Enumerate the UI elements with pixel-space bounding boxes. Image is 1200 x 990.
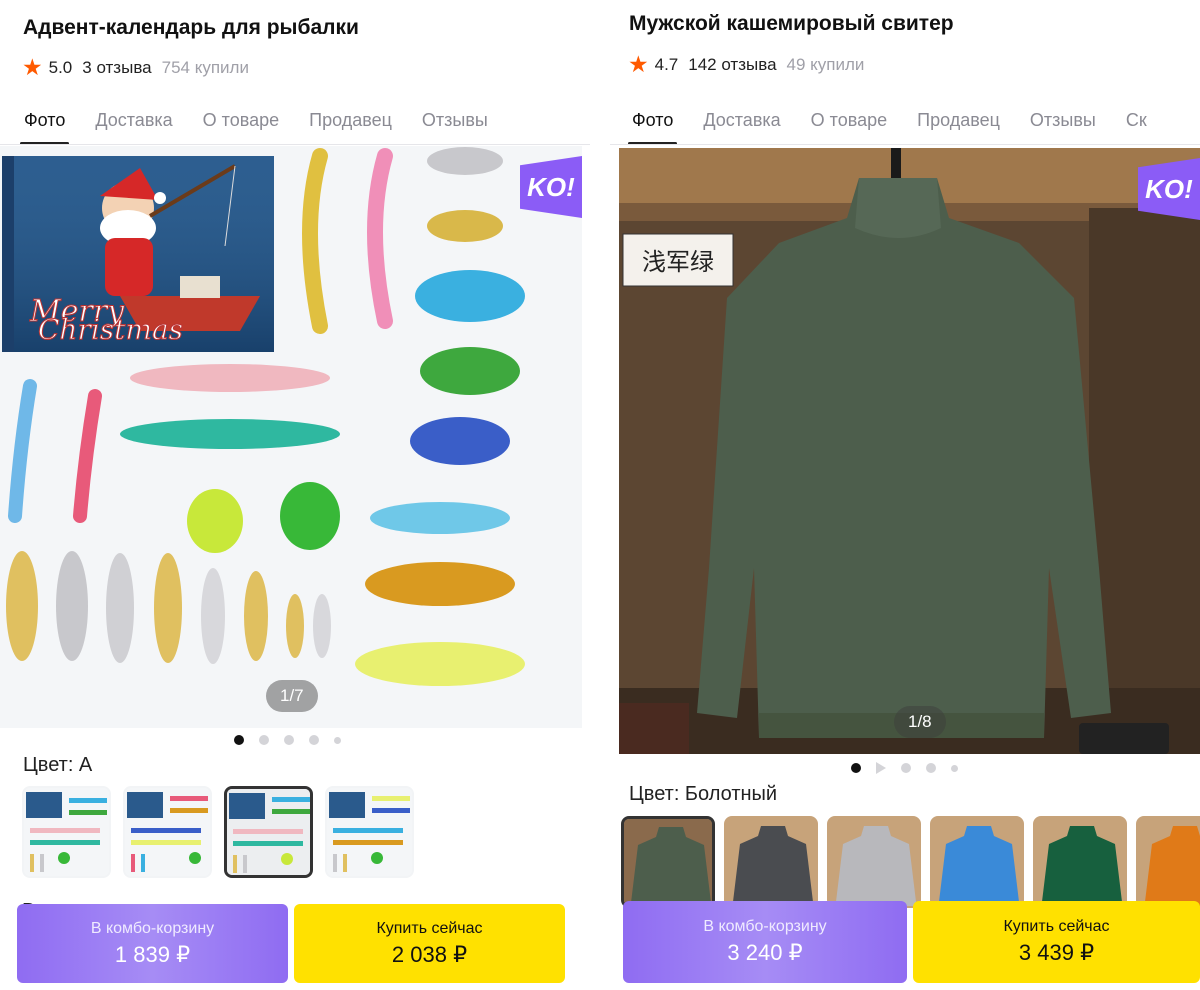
carousel-dot[interactable] [234, 735, 244, 745]
fishing-lures-photo: Merry Christmas [0, 146, 582, 728]
carousel-dot[interactable] [901, 763, 911, 773]
buy-price: 3 439 ₽ [1018, 940, 1095, 965]
product-title: Адвент-календарь для рыбалки [23, 16, 359, 39]
photo-counter: 1/8 [894, 706, 946, 738]
section-tabs: Фото Доставка О товаре Продавец Отзывы [19, 110, 518, 145]
rating-value: 4.7 [654, 54, 679, 74]
carousel-dot[interactable] [951, 764, 958, 772]
variant-image [726, 818, 816, 906]
buy-button-label: Купить сейчас [376, 919, 483, 937]
section-tabs: Фото Доставка О товаре Продавец Отзывы С… [627, 110, 1177, 145]
tab-truncated[interactable]: Ск [1126, 110, 1147, 145]
buy-price: 2 038 ₽ [391, 941, 468, 967]
advent-box-image: Merry Christmas [2, 156, 274, 352]
combo-button-label: В комбо-корзину [90, 919, 215, 937]
buy-button-label: Купить сейчас [1003, 918, 1110, 935]
carousel-dots [234, 735, 356, 745]
color-variant-thumb[interactable] [1136, 816, 1200, 908]
add-to-combo-cart-button[interactable]: В комбо-корзину 1 839 ₽ [17, 904, 288, 983]
tab-seller[interactable]: Продавец [309, 110, 392, 145]
product-card-advent-calendar: Адвент-календарь для рыбалки ★ 5.0 3 отз… [0, 0, 590, 990]
ko-badge: KO! [1138, 158, 1200, 220]
reviews-count[interactable]: 142 отзыва [688, 55, 776, 75]
tab-about[interactable]: О товаре [811, 110, 887, 145]
variant-image [829, 818, 919, 906]
color-variant-list [22, 786, 426, 878]
carousel-dot[interactable] [926, 763, 936, 773]
tab-delivery[interactable]: Доставка [95, 110, 172, 145]
rating-value: 5.0 [48, 57, 73, 77]
star-icon: ★ [22, 54, 43, 80]
tab-reviews[interactable]: Отзывы [1030, 110, 1096, 145]
color-variant-thumb[interactable] [1033, 816, 1127, 908]
photo-counter: 1/7 [266, 680, 318, 712]
bought-count: 49 купили [786, 54, 865, 74]
carousel-dot[interactable] [259, 735, 269, 745]
svg-text:Christmas: Christmas [38, 313, 183, 346]
variant-image [125, 788, 210, 876]
add-to-combo-cart-button[interactable]: В комбо-корзину 3 240 ₽ [623, 901, 907, 983]
sweater-photo: 浅军绿 [619, 148, 1200, 754]
color-variant-thumb[interactable] [325, 786, 414, 878]
carousel-dot[interactable] [334, 736, 341, 744]
tab-delivery[interactable]: Доставка [703, 110, 780, 145]
product-photo-gallery[interactable]: 浅军绿 KO! 1/8 [619, 148, 1200, 754]
color-variant-thumb[interactable] [827, 816, 921, 908]
color-variant-thumb[interactable] [724, 816, 818, 908]
combo-price: 3 240 ₽ [727, 940, 803, 965]
color-variant-thumb-selected[interactable] [224, 786, 313, 878]
variant-image [1138, 818, 1200, 906]
carousel-dot[interactable] [284, 735, 294, 745]
tabs-divider [610, 144, 1200, 145]
star-icon: ★ [628, 51, 649, 77]
variant-image [327, 788, 412, 876]
tab-reviews[interactable]: Отзывы [422, 110, 488, 145]
photo-caption: 浅军绿 [642, 248, 714, 276]
carousel-dot[interactable] [309, 735, 319, 745]
product-photo-gallery[interactable]: Merry Christmas KO! 1/7 [0, 146, 582, 728]
color-variant-list [621, 816, 1200, 908]
variant-image [1035, 818, 1125, 906]
tabs-divider [0, 144, 590, 145]
carousel-dots [851, 762, 973, 774]
reviews-count[interactable]: 3 отзыва [82, 58, 151, 78]
variant-image [227, 789, 310, 875]
tab-photo[interactable]: Фото [19, 110, 70, 145]
carousel-dot[interactable] [851, 763, 861, 773]
bought-count: 754 купили [161, 57, 249, 77]
tab-about[interactable]: О товаре [203, 110, 279, 145]
ko-badge: KO! [520, 156, 582, 218]
variant-image [932, 818, 1022, 906]
buy-now-button[interactable]: Купить сейчас 3 439 ₽ [913, 901, 1200, 983]
color-variant-thumb-selected[interactable] [621, 816, 715, 908]
video-play-icon[interactable] [876, 762, 886, 774]
product-card-cashmere-sweater: Мужской кашемировый свитер ★ 4.7 142 отз… [610, 0, 1200, 990]
variant-image [24, 788, 109, 876]
buy-now-button[interactable]: Купить сейчас 2 038 ₽ [294, 904, 565, 983]
tab-seller[interactable]: Продавец [917, 110, 1000, 145]
variant-image [624, 819, 712, 905]
tab-photo[interactable]: Фото [627, 110, 678, 145]
color-label: Цвет: Болотный [629, 783, 778, 805]
color-label: Цвет: A [23, 754, 93, 776]
combo-price: 1 839 ₽ [114, 941, 191, 967]
rating-row[interactable]: ★ 4.7 142 отзыва 49 купили [628, 53, 864, 76]
product-title: Мужской кашемировый свитер [629, 12, 954, 35]
rating-row[interactable]: ★ 5.0 3 отзыва 754 купили [22, 56, 249, 79]
color-variant-thumb[interactable] [930, 816, 1024, 908]
color-variant-thumb[interactable] [123, 786, 212, 878]
color-variant-thumb[interactable] [22, 786, 111, 878]
combo-button-label: В комбо-корзину [703, 918, 827, 935]
